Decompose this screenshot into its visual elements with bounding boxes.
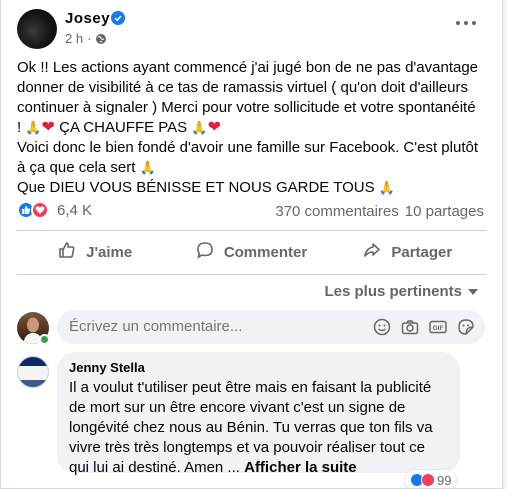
comment-line: de mort sur un être encore vivant c'est …: [69, 399, 406, 416]
verified-badge-icon: [111, 11, 125, 25]
pray-icon: 🙏: [378, 180, 395, 195]
post-text-line-emoji: ! 🙏❤ ÇA CHAUFFE PAS 🙏❤: [17, 118, 497, 138]
author-name[interactable]: Josey: [65, 10, 110, 27]
pray-icon: 🙏: [25, 120, 42, 135]
post-text-line: Que DIEU VOUS BÉNISSE ET NOUS GARDE TOUS: [17, 179, 375, 196]
post-text-line-emoji: à ça que cela sert 🙏: [17, 158, 497, 178]
post-text-line: Ok !! Les actions ayant commencé j'ai ju…: [17, 59, 479, 76]
post-text: Ok !! Les actions ayant commencé j'ai ju…: [17, 58, 497, 198]
pray-icon: 🙏: [191, 120, 208, 135]
shares-count[interactable]: 10 partages: [405, 203, 484, 220]
post-text-line: continuer à signaler ) Merci pour votre …: [17, 99, 476, 116]
meta-separator: ·: [87, 31, 92, 46]
comment-bubble-icon: [196, 241, 214, 263]
action-bar: J'aime Commenter Partager: [17, 235, 486, 269]
comment-reactions[interactable]: 99: [405, 470, 457, 488]
more-options-icon[interactable]: [456, 18, 478, 28]
love-reaction-icon: [31, 201, 49, 219]
share-label: Partager: [391, 243, 453, 261]
heart-icon: ❤: [207, 119, 221, 136]
comments-count[interactable]: 370 commentaires: [275, 203, 398, 220]
globe-icon: [95, 33, 107, 45]
post-text-line: à ça que cela sert: [17, 159, 136, 176]
emoji-icon[interactable]: [373, 318, 391, 336]
comment-label: Commenter: [223, 243, 308, 261]
thumbs-up-icon: [58, 241, 76, 263]
comment-sort-dropdown[interactable]: Les plus pertinents: [324, 283, 478, 300]
comment-line-last: qui lui ai destiné. Amen ... Afficher la…: [69, 458, 448, 478]
sort-label: Les plus pertinents: [324, 283, 462, 300]
emphasis-text: ÇA CHAUFFE PAS: [59, 119, 188, 136]
like-button[interactable]: J'aime: [17, 235, 173, 269]
divider: [17, 274, 486, 275]
comment-box-tools: GIF: [373, 318, 475, 336]
divider: [17, 230, 486, 231]
see-more-link[interactable]: Afficher la suite: [244, 459, 357, 476]
comment-line: Il a voulut t'utiliser peut être mais en…: [69, 379, 432, 396]
like-label: J'aime: [86, 243, 133, 261]
post-meta: 2 h ·: [65, 31, 107, 46]
engagement-stats: 370 commentaires 10 partages: [275, 203, 484, 220]
comment-line: longévité chez nous au Bénin. Tu verras …: [69, 419, 433, 436]
exclamation: !: [17, 119, 22, 136]
share-button[interactable]: Partager: [330, 235, 486, 269]
post-text-line-emoji: Que DIEU VOUS BÉNISSE ET NOUS GARDE TOUS…: [17, 178, 497, 198]
comment-line: qui lui ai destiné. Amen ...: [69, 459, 240, 476]
post-time[interactable]: 2 h: [65, 31, 83, 46]
commenter-avatar[interactable]: [17, 356, 49, 388]
camera-icon[interactable]: [401, 318, 419, 336]
author-avatar[interactable]: [17, 9, 57, 49]
post-text-line: donner de visibilité à ce tas de ramassi…: [17, 79, 468, 96]
online-status-dot: [39, 334, 50, 345]
share-arrow-icon: [363, 241, 381, 263]
svg-text:GIF: GIF: [433, 325, 444, 332]
post-text-line: Voici donc le bien fondé d'avoir une fam…: [17, 139, 478, 156]
comment-reaction-count: 99: [437, 472, 452, 488]
love-reaction-icon: [421, 473, 435, 487]
comment-input[interactable]: [69, 318, 369, 335]
comment-line: vivre très très longtemps et va pouvoir …: [69, 439, 425, 456]
post-header: Josey 2 h ·: [1, 0, 502, 52]
caret-down-icon: [468, 288, 478, 295]
comment-button[interactable]: Commenter: [173, 235, 329, 269]
pray-icon: 🙏: [139, 160, 156, 175]
comment-bubble: Jenny Stella Il a voulut t'utiliser peut…: [57, 352, 460, 476]
reaction-summary[interactable]: 6,4 K: [17, 201, 92, 219]
commenter-name[interactable]: Jenny Stella: [69, 360, 448, 375]
reaction-count: 6,4 K: [57, 201, 93, 219]
comment-box[interactable]: GIF: [57, 310, 485, 344]
gif-icon[interactable]: GIF: [429, 318, 447, 336]
sticker-icon[interactable]: [457, 318, 475, 336]
heart-icon: ❤: [41, 119, 55, 136]
post-card: Josey 2 h · Ok !! Les actions ayant comm…: [0, 0, 503, 489]
